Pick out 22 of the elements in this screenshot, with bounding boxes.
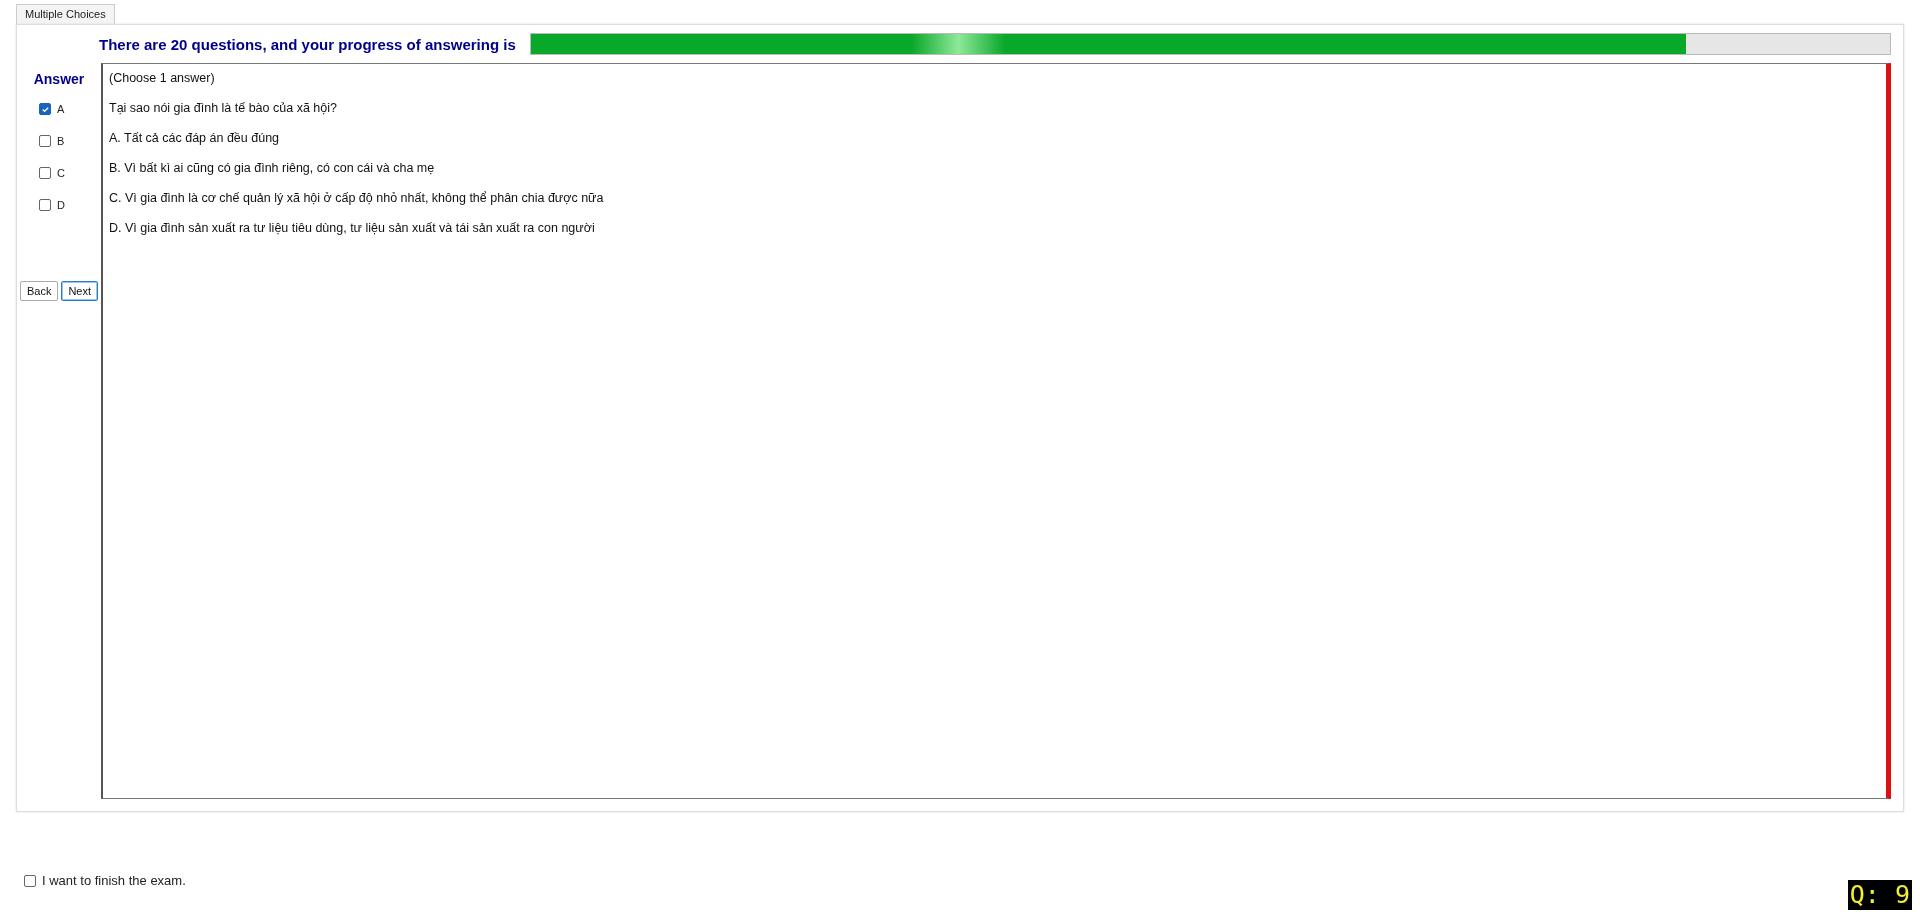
instruction-text: (Choose 1 answer)	[109, 70, 216, 87]
checkbox[interactable]	[24, 874, 36, 887]
option-label: D	[57, 199, 65, 211]
progress-heading: There are 20 questions, and your progress of answering is	[99, 35, 516, 53]
question-text: Tại sao nói gia đình là tế bào của xã hội?	[109, 100, 338, 117]
choice-text: A. Tất cả các đáp án đều đúng	[109, 130, 281, 147]
question-counter: Q: 9	[1847, 880, 1912, 910]
checkbox[interactable]	[39, 103, 51, 115]
choice-text: C. Vì gia đình là cơ chế quản lý xã hội ở cấp độ nhỏ nhất, không thể phân chia được nữa	[109, 190, 605, 207]
checkbox[interactable]	[39, 167, 51, 179]
finish-label: I want to finish the exam.	[42, 873, 186, 888]
checkbox[interactable]	[39, 135, 51, 147]
choice-text: D. Vì gia đình sản xuất ra tư liệu tiêu dùng, tư liệu sản xuất và tái sản xuất ra con người	[109, 220, 596, 237]
checkbox[interactable]	[39, 199, 51, 211]
back-button[interactable]: Back	[19, 281, 59, 301]
option-label: A	[57, 103, 65, 115]
answer-title: Answer	[33, 71, 85, 87]
option-label: C	[57, 167, 65, 179]
option-label: B	[57, 135, 65, 147]
choice-text: B. Vì bất kì ai cũng có gia đình riêng, có con cái và cha mẹ	[109, 160, 436, 177]
next-button[interactable]: Next	[61, 281, 99, 301]
tab[interactable]: Multiple Choices	[16, 4, 115, 24]
